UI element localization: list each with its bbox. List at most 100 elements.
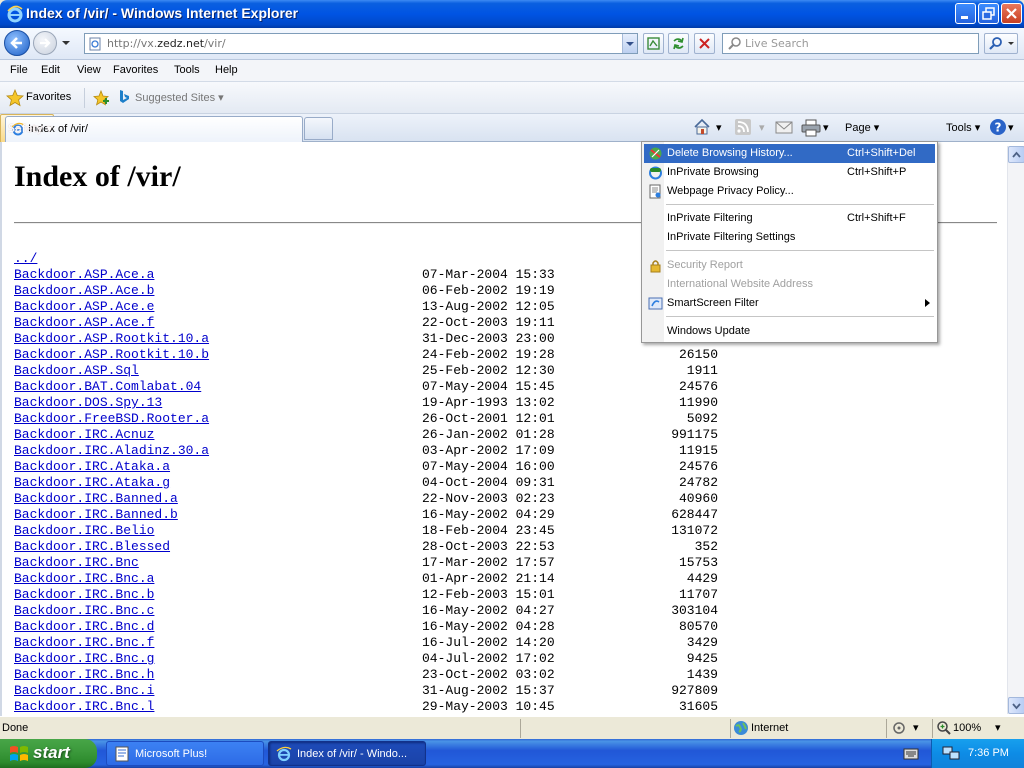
menu-edit[interactable]: Edit: [41, 64, 60, 76]
start-button[interactable]: start: [0, 739, 97, 768]
scroll-down-button[interactable]: [1008, 697, 1024, 714]
home-icon[interactable]: [692, 117, 712, 137]
security-zone-panel[interactable]: Internet: [730, 719, 886, 738]
menu-file[interactable]: File: [10, 64, 28, 76]
favorites-button[interactable]: Favorites: [4, 88, 80, 108]
file-link[interactable]: Backdoor.IRC.Belio: [14, 523, 154, 539]
file-link[interactable]: Backdoor.IRC.Bnc.a: [14, 571, 154, 587]
file-size: 80570: [678, 619, 718, 634]
taskbar-item-internet-explorer[interactable]: Index of /vir/ - Windo...: [268, 741, 426, 766]
address-bar[interactable]: http://vx.zedz.net/vir/: [84, 33, 638, 54]
menu-item-inprivate-browsing[interactable]: InPrivate Browsing Ctrl+Shift+P: [644, 163, 935, 182]
file-row: Backdoor.ASP.Rootkit.10.b 24-Feb-2002 19:…: [14, 347, 734, 363]
search-button[interactable]: [984, 33, 1018, 54]
add-to-favorites-bar-icon[interactable]: [92, 89, 110, 107]
minimize-button[interactable]: [955, 3, 976, 24]
help-dropdown-icon[interactable]: ▾: [1008, 121, 1014, 141]
tab-and-command-bar: Index of /vir/ ▾ ▾ ▾ Page ▾ Safety ▾ Too…: [0, 114, 1024, 142]
zoom-icon: [937, 721, 951, 735]
file-link[interactable]: Backdoor.ASP.Ace.e: [14, 299, 154, 315]
menu-item-windows-update[interactable]: Windows Update: [644, 322, 935, 341]
parent-directory-link[interactable]: ../: [14, 251, 37, 266]
compatibility-view-button[interactable]: [643, 33, 664, 54]
title-bar[interactable]: Index of /vir/ - Windows Internet Explor…: [0, 0, 1024, 28]
close-button[interactable]: [1001, 3, 1022, 24]
back-arrow-icon: [10, 37, 22, 49]
file-link[interactable]: Backdoor.ASP.Sql: [14, 363, 139, 379]
file-row: Backdoor.ASP.Ace.a 07-Mar-2004 15:33: [14, 267, 734, 283]
back-button[interactable]: [4, 30, 30, 56]
forward-button[interactable]: [33, 31, 57, 55]
menu-item-inprivate-filtering-settings[interactable]: InPrivate Filtering Settings: [644, 228, 935, 247]
feeds-icon[interactable]: [734, 118, 752, 136]
file-link[interactable]: Backdoor.BAT.Comlabat.04: [14, 379, 201, 395]
taskbar-item-label: Index of /vir/ - Windo...: [297, 748, 408, 760]
file-link[interactable]: Backdoor.IRC.Bnc.h: [14, 667, 154, 683]
read-mail-icon[interactable]: [775, 120, 793, 136]
tools-menu-button[interactable]: Tools ▾: [946, 121, 980, 141]
file-link[interactable]: Backdoor.IRC.Bnc.l: [14, 699, 154, 715]
menu-item-delete-browsing-history[interactable]: Delete Browsing History... Ctrl+Shift+De…: [644, 144, 935, 163]
file-link[interactable]: Backdoor.ASP.Rootkit.10.b: [14, 347, 209, 363]
file-link[interactable]: Backdoor.IRC.Blessed: [14, 539, 170, 555]
file-link[interactable]: Backdoor.IRC.Bnc.d: [14, 619, 154, 635]
taskbar-item-microsoft-plus[interactable]: Microsoft Plus!: [106, 741, 264, 766]
search-box[interactable]: Live Search: [722, 33, 979, 54]
file-link[interactable]: Backdoor.IRC.Aladinz.30.a: [14, 443, 209, 459]
file-link[interactable]: Backdoor.ASP.Ace.a: [14, 267, 154, 283]
address-dropdown-button[interactable]: [622, 34, 637, 53]
file-size: 991175: [671, 427, 718, 442]
clock[interactable]: 7:36 PM: [968, 747, 1009, 759]
menu-item-webpage-privacy-policy[interactable]: Webpage Privacy Policy...: [644, 182, 935, 201]
file-date: 13-Aug-2002 12:05: [422, 299, 555, 314]
privacy-policy-icon: [649, 184, 661, 199]
file-link[interactable]: Backdoor.IRC.Ataka.a: [14, 459, 170, 475]
file-link[interactable]: Backdoor.IRC.Bnc.c: [14, 603, 154, 619]
refresh-button[interactable]: [668, 33, 689, 54]
file-row: Backdoor.IRC.Banned.a 22-Nov-2003 02:23 40…: [14, 491, 734, 507]
file-date: 16-Jul-2002 14:20: [422, 635, 555, 650]
file-link[interactable]: Backdoor.ASP.Ace.f: [14, 315, 154, 331]
file-link[interactable]: Backdoor.ASP.Ace.b: [14, 283, 154, 299]
zoom-panel[interactable]: 100% ▾: [932, 719, 1008, 738]
chevron-down-icon: ▾: [913, 721, 919, 734]
file-date: 18-Feb-2004 23:45: [422, 523, 555, 538]
file-link[interactable]: Backdoor.IRC.Bnc.g: [14, 651, 154, 667]
help-icon[interactable]: ?: [989, 118, 1007, 136]
protected-mode-panel[interactable]: ▾: [886, 719, 932, 738]
menu-favorites[interactable]: Favorites: [113, 64, 158, 76]
stop-button[interactable]: [694, 33, 715, 54]
menu-view[interactable]: View: [77, 64, 101, 76]
menu-item-security-report: Security Report: [644, 256, 935, 275]
file-link[interactable]: Backdoor.ASP.Rootkit.10.a: [14, 331, 209, 347]
page-menu-button[interactable]: Page ▾: [845, 121, 879, 141]
file-link[interactable]: Backdoor.IRC.Banned.a: [14, 491, 178, 507]
restore-button[interactable]: [978, 3, 999, 24]
file-link[interactable]: Backdoor.IRC.Bnc: [14, 555, 139, 571]
page-icon: [89, 37, 101, 51]
file-link[interactable]: Backdoor.IRC.Bnc.i: [14, 683, 154, 699]
menu-help[interactable]: Help: [215, 64, 238, 76]
file-link[interactable]: Backdoor.IRC.Acnuz: [14, 427, 154, 443]
scroll-up-button[interactable]: [1008, 146, 1024, 163]
suggested-sites-button[interactable]: Suggested Sites ▾: [135, 91, 224, 104]
file-link[interactable]: Backdoor.IRC.Bnc.f: [14, 635, 154, 651]
file-link[interactable]: Backdoor.IRC.Bnc.b: [14, 587, 154, 603]
file-link[interactable]: Backdoor.IRC.Banned.b: [14, 507, 178, 523]
print-dropdown-icon[interactable]: ▾: [823, 121, 829, 141]
file-date: 17-Mar-2002 17:57: [422, 555, 555, 570]
menu-item-smartscreen-filter[interactable]: SmartScreen Filter: [644, 294, 935, 313]
file-link[interactable]: Backdoor.IRC.Ataka.g: [14, 475, 170, 491]
file-link[interactable]: Backdoor.DOS.Spy.13: [14, 395, 162, 411]
menu-tools[interactable]: Tools: [174, 64, 200, 76]
recent-pages-dropdown-icon[interactable]: [60, 37, 72, 49]
menu-item-inprivate-filtering[interactable]: InPrivate Filtering Ctrl+Shift+F: [644, 209, 935, 228]
feeds-dropdown-icon[interactable]: ▾: [759, 121, 765, 141]
keyboard-icon[interactable]: [903, 747, 919, 761]
file-link[interactable]: Backdoor.FreeBSD.Rooter.a: [14, 411, 209, 427]
network-icon[interactable]: [942, 745, 960, 761]
vertical-scrollbar[interactable]: [1007, 146, 1024, 714]
new-tab-button[interactable]: [304, 117, 333, 140]
home-dropdown-icon[interactable]: ▾: [716, 121, 722, 141]
print-icon[interactable]: [801, 119, 821, 137]
